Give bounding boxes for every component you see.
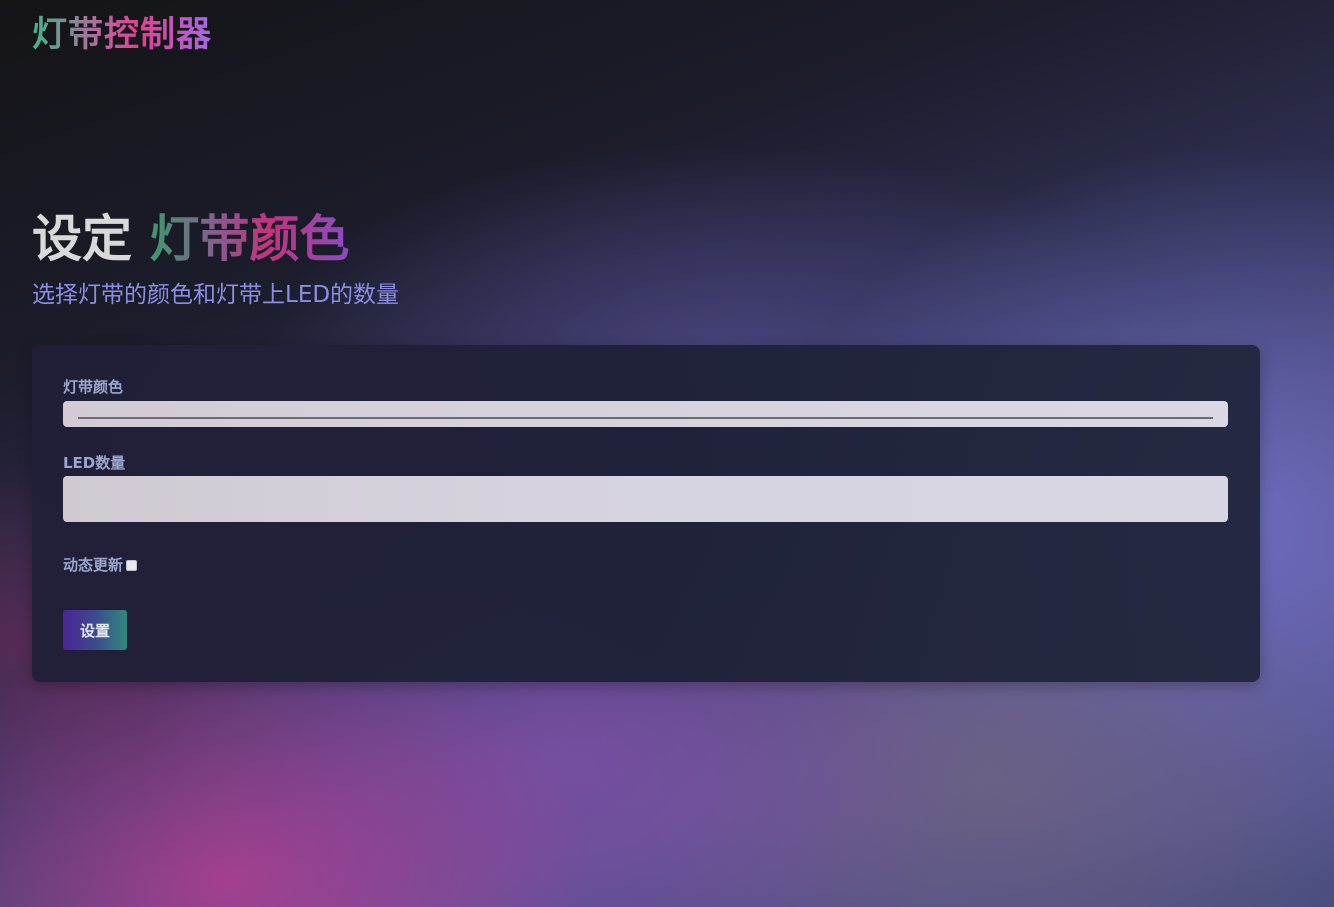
set-button[interactable]: 设置 xyxy=(63,610,127,650)
hero-section: 设定 灯带颜色 选择灯带的颜色和灯带上LED的数量 xyxy=(32,206,399,310)
dynamic-update-label: 动态更新 xyxy=(63,556,124,574)
page-subtitle: 选择灯带的颜色和灯带上LED的数量 xyxy=(32,282,400,308)
page-title-prefix: 设定 xyxy=(32,210,150,268)
color-picker-input[interactable] xyxy=(63,401,1228,427)
page-title-accent: 灯带颜色 xyxy=(149,210,350,268)
dynamic-update-checkbox[interactable] xyxy=(126,559,138,571)
page-title: 设定 灯带颜色 xyxy=(32,206,399,272)
led-settings-form: 灯带颜色 LED数量 动态更新 设置 xyxy=(32,345,1260,682)
dynamic-update-row: 动态更新 xyxy=(63,555,138,575)
led-count-label: LED数量 xyxy=(63,454,126,472)
color-swatch xyxy=(78,417,1213,419)
app-brand-title: 灯带控制器 xyxy=(32,12,212,58)
led-count-input[interactable] xyxy=(63,476,1228,522)
color-field-label: 灯带颜色 xyxy=(63,378,124,396)
